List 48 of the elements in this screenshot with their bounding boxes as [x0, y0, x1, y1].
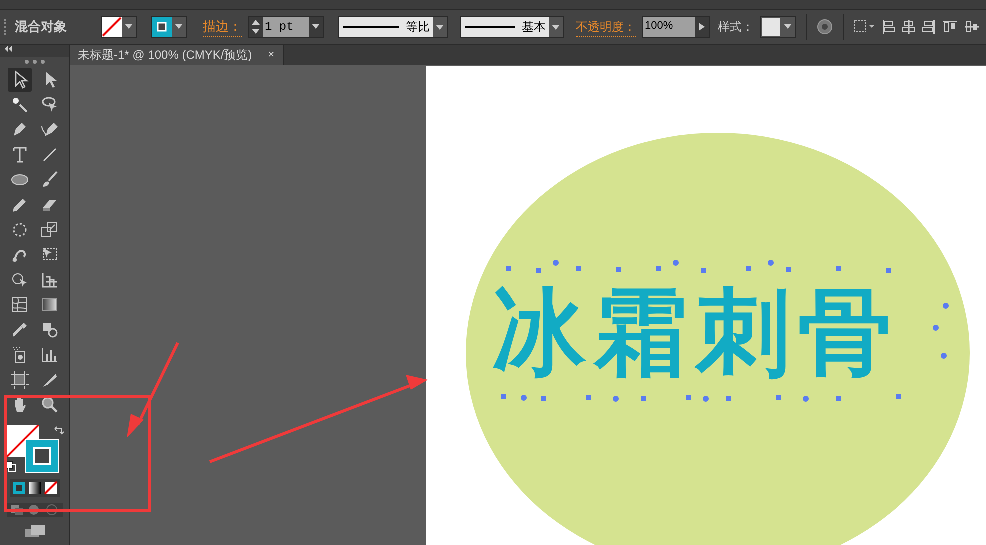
- stroke-swatch-icon: [152, 17, 172, 37]
- selection-label: 混合对象: [15, 18, 68, 36]
- screen-mode-icon[interactable]: [22, 525, 46, 537]
- align-to-selection-icon[interactable]: [854, 20, 876, 34]
- style-label: 样式：: [718, 19, 754, 36]
- close-icon[interactable]: ×: [268, 46, 275, 64]
- stroke-weight-value: 1 pt: [263, 17, 309, 37]
- variable-width-dropdown[interactable]: 等比: [338, 16, 448, 38]
- caret-icon: [781, 23, 795, 31]
- recolor-icon[interactable]: [817, 19, 833, 35]
- none-swatch-icon: [102, 17, 122, 37]
- stroke-swatch[interactable]: [24, 439, 58, 473]
- selection-tool-icon[interactable]: [8, 68, 32, 92]
- stroke-weight-field[interactable]: 1 pt: [248, 16, 324, 38]
- variable-width-value: 等比: [405, 19, 431, 36]
- artwork-text: 冰霜刺骨: [492, 278, 900, 390]
- align-center-icon[interactable]: [902, 19, 916, 35]
- align-middle-icon[interactable]: [964, 20, 980, 34]
- default-colors-icon[interactable]: [4, 461, 16, 473]
- stroke-swatch-dropdown[interactable]: [151, 16, 187, 38]
- align-top-icon[interactable]: [942, 20, 958, 34]
- opacity-value: 100%: [643, 17, 695, 37]
- draw-behind-icon[interactable]: [28, 504, 42, 516]
- opacity-field[interactable]: 100%: [642, 16, 710, 38]
- draw-inside-icon[interactable]: [46, 504, 60, 516]
- anchor-points-side-drawing: [933, 303, 949, 359]
- document-tab[interactable]: 未标题-1* @ 100% (CMYK/预览) ×: [70, 45, 284, 65]
- caret-icon: [433, 17, 447, 37]
- caret-icon: [172, 23, 186, 31]
- fill-swatch-dropdown[interactable]: [101, 16, 137, 38]
- caret-icon: [122, 23, 136, 31]
- color-mode-icon[interactable]: [12, 481, 26, 495]
- grip-icon: [24, 60, 44, 64]
- align-right-icon[interactable]: [922, 19, 936, 35]
- caret-icon: [549, 17, 563, 37]
- align-left-icon[interactable]: [882, 19, 896, 35]
- stroke-link[interactable]: 描边：: [203, 16, 242, 38]
- draw-normal-icon[interactable]: [10, 504, 24, 516]
- grip-icon: [4, 19, 9, 35]
- gradient-mode-icon[interactable]: [28, 481, 42, 495]
- brush-value: 基本: [521, 19, 547, 36]
- caret-icon: [309, 23, 323, 31]
- opacity-link[interactable]: 不透明度：: [576, 18, 636, 36]
- document-title: 未标题-1* @ 100% (CMYK/预览): [78, 47, 252, 64]
- style-dropdown[interactable]: [760, 16, 796, 38]
- brush-dropdown[interactable]: 基本: [460, 16, 564, 38]
- none-mode-icon[interactable]: [44, 481, 58, 495]
- swap-icon[interactable]: [52, 425, 64, 437]
